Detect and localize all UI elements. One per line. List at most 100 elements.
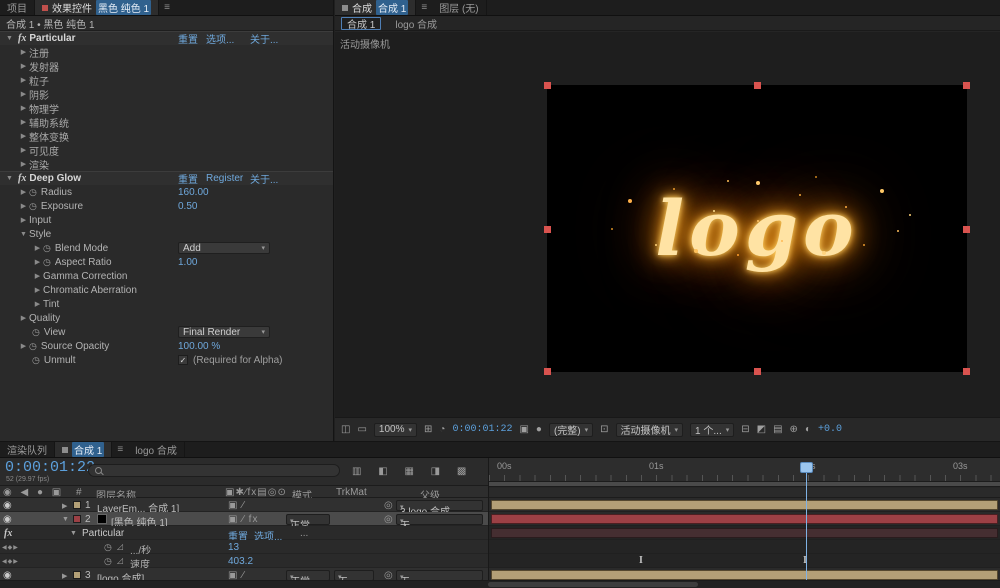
solid-color-swatch[interactable] <box>97 514 107 524</box>
group-tint[interactable]: ▶ Tint <box>0 297 333 311</box>
fx-badge-icon[interactable]: fx <box>18 173 26 184</box>
stopwatch-icon[interactable]: ◷ <box>32 355 40 366</box>
reset-link[interactable]: 重置 <box>178 171 198 186</box>
search-input[interactable] <box>107 465 307 476</box>
about-link[interactable]: 关于... <box>250 171 278 186</box>
twirl-open-icon[interactable]: ▼ <box>70 530 77 537</box>
layer-row-1[interactable]: ◉ ▶ 1 LayerEm... 合成 1] ▣ ∕ ◎ 3.logo 合成▾ <box>0 498 488 518</box>
resolution-select[interactable]: (完整) ▾ <box>548 422 594 437</box>
stopwatch-icon[interactable]: ◷ <box>43 257 51 268</box>
trkmat-header[interactable]: TrkMat <box>336 487 367 498</box>
register-link[interactable]: Register <box>206 173 243 184</box>
composition-frame[interactable]: logo <box>544 82 970 375</box>
param-radius[interactable]: ▶ ◷ Radius 160.00 <box>0 185 333 199</box>
pickwhip-icon[interactable]: ◎ <box>384 514 393 525</box>
param-exposure[interactable]: ▶ ◷ Exposure 0.50 <box>0 199 333 213</box>
twirl-closed-icon[interactable]: ▶ <box>18 48 29 56</box>
layer-duration-bar[interactable] <box>491 500 998 510</box>
effect-deepglow-header[interactable]: ▼ fx Deep Glow 重置 Register 关于... <box>0 171 333 186</box>
time-ruler[interactable]: 00s 01s 02s 03s <box>489 458 1000 482</box>
twirl-closed-icon[interactable]: ▶ <box>32 286 43 294</box>
twirl-closed-icon[interactable]: ▶ <box>18 188 29 196</box>
twirl-closed-icon[interactable]: ▶ <box>18 62 29 70</box>
fast-preview-icon[interactable]: ◩ <box>757 424 766 435</box>
twirl-closed-icon[interactable]: ▶ <box>18 202 29 210</box>
layer-switches[interactable]: ▣ ∕ fx <box>228 514 258 525</box>
main-viewer-icon[interactable]: ▭ <box>357 424 366 435</box>
viewer-tab-logo[interactable]: logo 合成 <box>389 17 443 31</box>
timeline-toggle-icons[interactable]: ▥ ◧ ▦ ◨ ▩ <box>352 466 473 477</box>
param-value[interactable]: 160.00 <box>178 187 209 198</box>
particular-group-aux[interactable]: ▶ 辅助系统 <box>0 115 333 130</box>
stopwatch-icon[interactable]: ◷ <box>32 327 40 338</box>
label-color-chip[interactable] <box>73 501 81 509</box>
particular-group-particle[interactable]: ▶ 粒子 <box>0 73 333 88</box>
stopwatch-icon[interactable]: ◷ <box>29 201 37 212</box>
panel-menu-icon[interactable]: ≡ <box>112 442 128 457</box>
layer-duration-bar[interactable] <box>491 514 998 524</box>
unmult-checkbox[interactable]: ✓ <box>178 355 188 365</box>
twirl-closed-icon[interactable]: ▶ <box>18 342 29 350</box>
eye-toggle[interactable]: ◉ <box>3 500 12 511</box>
param-value[interactable]: 1.00 <box>178 257 197 268</box>
param-unmult[interactable]: ◷ Unmult ✓ (Required for Alpha) <box>0 353 333 367</box>
keyframe-icon[interactable]: I <box>639 555 643 566</box>
exposure-value[interactable]: +0.0 <box>818 424 842 435</box>
zoom-select[interactable]: 100% ▾ <box>373 422 417 437</box>
prop-row-particles-sec[interactable]: ◀◆▶ ◷ ◿ .../秒 13 <box>0 540 488 557</box>
stopwatch-icon[interactable]: ◷ <box>43 243 51 254</box>
particular-group-emitter[interactable]: ▶ 发射器 <box>0 59 333 74</box>
label-color-chip[interactable] <box>73 515 81 523</box>
group-input[interactable]: ▶ Input <box>0 213 333 227</box>
show-channels-icon[interactable]: ● <box>536 424 542 435</box>
layer-row-2[interactable]: ◉ ▼ 2 [黑色 纯色 1] ▣ ∕ fx 正常▾ ◎ 无▾ <box>0 512 488 532</box>
twirl-closed-icon[interactable]: ▶ <box>18 76 29 84</box>
pickwhip-icon[interactable]: ◎ <box>384 500 393 511</box>
mode-select[interactable]: 正常▾ <box>286 514 330 532</box>
prop-row-velocity[interactable]: ◀◆▶ ◷ ◿ 速度 403.2 <box>0 554 488 571</box>
work-area-bar[interactable] <box>489 482 1000 487</box>
twirl-closed-icon[interactable]: ▶ <box>18 132 29 140</box>
graph-toggle-icon[interactable]: ◿ <box>117 556 123 565</box>
particular-group-registration[interactable]: ▶ 注册 <box>0 45 333 60</box>
param-aspect-ratio[interactable]: ▶ ◷ Aspect Ratio 1.00 <box>0 255 333 269</box>
particular-group-shading[interactable]: ▶ 阴影 <box>0 87 333 102</box>
snapshot-icon[interactable]: ▣ <box>519 424 528 435</box>
view-select[interactable]: Final Render ▾ <box>178 326 270 338</box>
twirl-closed-icon[interactable]: ▶ <box>18 160 29 168</box>
twirl-open-icon[interactable]: ▼ <box>18 231 29 238</box>
keyframe-nav-icons[interactable]: ◀◆▶ <box>2 558 19 565</box>
stopwatch-icon[interactable]: ◷ <box>104 556 112 567</box>
horizontal-scrollbar[interactable] <box>488 582 698 587</box>
mask-visibility-icon[interactable]: ◔ <box>439 424 445 435</box>
composition-viewport[interactable]: 活动摄像机 logo <box>335 32 1000 417</box>
current-time-indicator-handle[interactable] <box>800 462 813 473</box>
twirl-closed-icon[interactable]: ▶ <box>18 118 29 126</box>
group-style[interactable]: ▼ Style <box>0 227 333 241</box>
particular-group-world[interactable]: ▶ 整体变换 <box>0 129 333 144</box>
tab-project[interactable]: 项目 <box>0 0 35 15</box>
property-value[interactable]: 13 <box>228 542 239 553</box>
parent-select[interactable]: 3.logo 合成▾ <box>396 500 483 518</box>
tab-composition[interactable]: 合成 合成 1 <box>335 0 417 15</box>
twirl-closed-icon[interactable]: ▶ <box>32 258 43 266</box>
preview-timecode[interactable]: 0:00:01:22 <box>452 424 512 435</box>
twirl-closed-icon[interactable]: ▶ <box>32 244 43 252</box>
twirl-closed-icon[interactable]: ▶ <box>32 272 43 280</box>
param-source-opacity[interactable]: ▶ ◷ Source Opacity 100.00 % <box>0 339 333 353</box>
stopwatch-icon[interactable]: ◷ <box>29 187 37 198</box>
flowchart-icon[interactable]: ⊕ <box>790 424 798 435</box>
label-color-chip[interactable] <box>73 571 81 579</box>
current-time-indicator-line[interactable] <box>806 464 807 588</box>
graph-toggle-icon[interactable]: ◿ <box>117 542 123 551</box>
pixel-aspect-icon[interactable]: ⊟ <box>741 424 749 435</box>
timeline-icon[interactable]: ▤ <box>773 424 782 435</box>
twirl-open-icon[interactable]: ▼ <box>62 516 69 523</box>
effect-particular-header[interactable]: ▼ fx Particular 重置 选项... 关于... <box>0 31 333 46</box>
particular-group-visibility[interactable]: ▶ 可见度 <box>0 143 333 158</box>
region-of-interest-icon[interactable]: ⊡ <box>600 424 608 435</box>
group-gamma[interactable]: ▶ Gamma Correction <box>0 269 333 283</box>
twirl-closed-icon[interactable]: ▶ <box>18 104 29 112</box>
tab-comp1-timeline[interactable]: 合成 1 <box>55 442 113 457</box>
always-preview-icon[interactable]: ◫ <box>341 424 350 435</box>
